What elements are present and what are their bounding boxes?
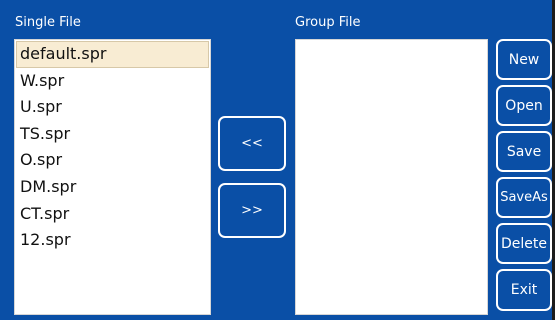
single-file-list[interactable]: default.spr W.spr U.spr TS.spr O.spr DM.…: [14, 39, 211, 315]
list-item-o-spr[interactable]: O.spr: [15, 147, 210, 174]
list-item-default-spr[interactable]: default.spr: [16, 41, 209, 68]
save-as-button[interactable]: SaveAs: [496, 177, 552, 218]
exit-button[interactable]: Exit: [496, 269, 552, 311]
new-button[interactable]: New: [496, 39, 552, 80]
file-manager-panel: Single File Group File default.spr W.spr…: [0, 0, 555, 320]
group-file-label: Group File: [295, 15, 361, 30]
move-to-group-button[interactable]: >>: [218, 183, 286, 238]
list-item-12-spr[interactable]: 12.spr: [15, 227, 210, 254]
list-item-w-spr[interactable]: W.spr: [15, 68, 210, 95]
list-item-u-spr[interactable]: U.spr: [15, 94, 210, 121]
delete-button[interactable]: Delete: [496, 223, 552, 264]
list-item-ts-spr[interactable]: TS.spr: [15, 121, 210, 148]
open-button[interactable]: Open: [496, 85, 552, 126]
list-item-ct-spr[interactable]: CT.spr: [15, 201, 210, 228]
list-item-dm-spr[interactable]: DM.spr: [15, 174, 210, 201]
group-file-list[interactable]: [295, 39, 488, 315]
single-file-label: Single File: [15, 15, 81, 30]
move-to-single-button[interactable]: <<: [218, 116, 286, 171]
save-button[interactable]: Save: [496, 131, 552, 172]
